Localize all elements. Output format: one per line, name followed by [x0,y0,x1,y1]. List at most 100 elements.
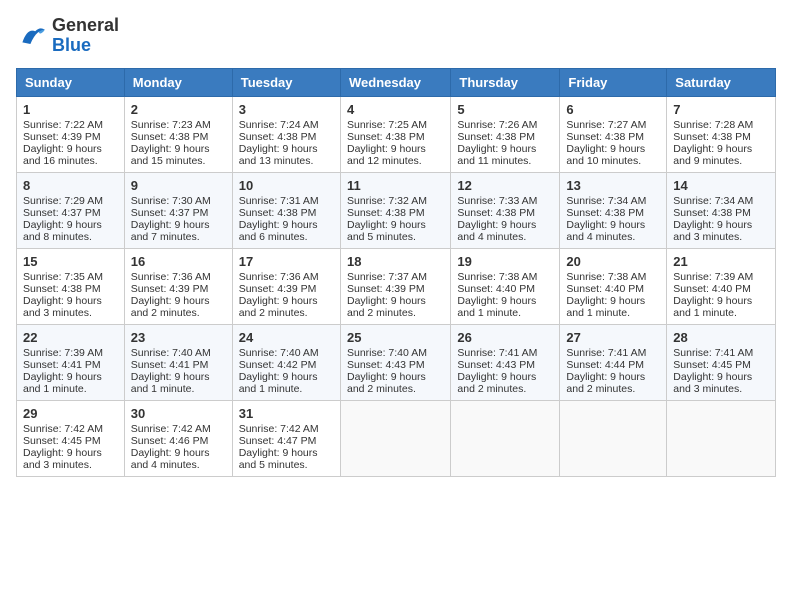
day-number: 27 [566,330,660,345]
daylight-text: Daylight: 9 hours and 3 minutes. [23,447,102,471]
sunrise-text: Sunrise: 7:41 AM [566,347,646,359]
sunrise-text: Sunrise: 7:36 AM [239,271,319,283]
header-thursday: Thursday [451,68,560,96]
daylight-text: Daylight: 9 hours and 2 minutes. [239,295,318,319]
sunrise-text: Sunrise: 7:24 AM [239,119,319,131]
calendar-table: SundayMondayTuesdayWednesdayThursdayFrid… [16,68,776,477]
daylight-text: Daylight: 9 hours and 9 minutes. [673,143,752,167]
sunrise-text: Sunrise: 7:22 AM [23,119,103,131]
sunset-text: Sunset: 4:45 PM [673,359,751,371]
daylight-text: Daylight: 9 hours and 3 minutes. [23,295,102,319]
day-number: 22 [23,330,118,345]
sunset-text: Sunset: 4:41 PM [131,359,209,371]
daylight-text: Daylight: 9 hours and 1 minute. [673,295,752,319]
day-number: 5 [457,102,553,117]
calendar-cell: 24 Sunrise: 7:40 AM Sunset: 4:42 PM Dayl… [232,324,340,400]
day-number: 24 [239,330,334,345]
daylight-text: Daylight: 9 hours and 2 minutes. [566,371,645,395]
day-number: 26 [457,330,553,345]
sunset-text: Sunset: 4:42 PM [239,359,317,371]
sunset-text: Sunset: 4:38 PM [673,131,751,143]
calendar-cell [451,400,560,476]
calendar-cell: 2 Sunrise: 7:23 AM Sunset: 4:38 PM Dayli… [124,96,232,172]
day-number: 18 [347,254,444,269]
header-tuesday: Tuesday [232,68,340,96]
sunset-text: Sunset: 4:38 PM [457,131,535,143]
daylight-text: Daylight: 9 hours and 16 minutes. [23,143,102,167]
sunset-text: Sunset: 4:38 PM [673,207,751,219]
header-friday: Friday [560,68,667,96]
sunrise-text: Sunrise: 7:41 AM [457,347,537,359]
calendar-cell: 29 Sunrise: 7:42 AM Sunset: 4:45 PM Dayl… [17,400,125,476]
daylight-text: Daylight: 9 hours and 1 minute. [566,295,645,319]
sunrise-text: Sunrise: 7:27 AM [566,119,646,131]
logo-bird-icon [16,20,48,52]
header-monday: Monday [124,68,232,96]
week-row-1: 1 Sunrise: 7:22 AM Sunset: 4:39 PM Dayli… [17,96,776,172]
sunrise-text: Sunrise: 7:40 AM [239,347,319,359]
daylight-text: Daylight: 9 hours and 5 minutes. [239,447,318,471]
daylight-text: Daylight: 9 hours and 3 minutes. [673,219,752,243]
daylight-text: Daylight: 9 hours and 1 minute. [239,371,318,395]
sunset-text: Sunset: 4:38 PM [23,283,101,295]
day-number: 9 [131,178,226,193]
calendar-cell: 20 Sunrise: 7:38 AM Sunset: 4:40 PM Dayl… [560,248,667,324]
sunset-text: Sunset: 4:37 PM [23,207,101,219]
week-row-5: 29 Sunrise: 7:42 AM Sunset: 4:45 PM Dayl… [17,400,776,476]
day-number: 31 [239,406,334,421]
calendar-cell: 5 Sunrise: 7:26 AM Sunset: 4:38 PM Dayli… [451,96,560,172]
calendar-cell: 23 Sunrise: 7:40 AM Sunset: 4:41 PM Dayl… [124,324,232,400]
sunrise-text: Sunrise: 7:32 AM [347,195,427,207]
calendar-cell: 12 Sunrise: 7:33 AM Sunset: 4:38 PM Dayl… [451,172,560,248]
sunset-text: Sunset: 4:39 PM [23,131,101,143]
day-number: 30 [131,406,226,421]
calendar-cell: 1 Sunrise: 7:22 AM Sunset: 4:39 PM Dayli… [17,96,125,172]
sunset-text: Sunset: 4:40 PM [457,283,535,295]
sunrise-text: Sunrise: 7:39 AM [23,347,103,359]
sunset-text: Sunset: 4:46 PM [131,435,209,447]
daylight-text: Daylight: 9 hours and 2 minutes. [347,295,426,319]
day-number: 20 [566,254,660,269]
day-number: 3 [239,102,334,117]
daylight-text: Daylight: 9 hours and 4 minutes. [566,219,645,243]
calendar-cell [667,400,776,476]
day-number: 13 [566,178,660,193]
day-number: 29 [23,406,118,421]
sunrise-text: Sunrise: 7:42 AM [131,423,211,435]
calendar-cell: 21 Sunrise: 7:39 AM Sunset: 4:40 PM Dayl… [667,248,776,324]
sunset-text: Sunset: 4:41 PM [23,359,101,371]
sunrise-text: Sunrise: 7:26 AM [457,119,537,131]
calendar-cell: 14 Sunrise: 7:34 AM Sunset: 4:38 PM Dayl… [667,172,776,248]
daylight-text: Daylight: 9 hours and 11 minutes. [457,143,536,167]
sunrise-text: Sunrise: 7:30 AM [131,195,211,207]
sunrise-text: Sunrise: 7:41 AM [673,347,753,359]
week-row-2: 8 Sunrise: 7:29 AM Sunset: 4:37 PM Dayli… [17,172,776,248]
sunrise-text: Sunrise: 7:42 AM [23,423,103,435]
sunset-text: Sunset: 4:43 PM [457,359,535,371]
day-number: 19 [457,254,553,269]
sunrise-text: Sunrise: 7:31 AM [239,195,319,207]
daylight-text: Daylight: 9 hours and 15 minutes. [131,143,210,167]
calendar-cell: 18 Sunrise: 7:37 AM Sunset: 4:39 PM Dayl… [340,248,450,324]
daylight-text: Daylight: 9 hours and 1 minute. [23,371,102,395]
day-number: 14 [673,178,769,193]
calendar-cell: 13 Sunrise: 7:34 AM Sunset: 4:38 PM Dayl… [560,172,667,248]
day-number: 2 [131,102,226,117]
sunrise-text: Sunrise: 7:38 AM [566,271,646,283]
logo: General Blue [16,16,119,56]
daylight-text: Daylight: 9 hours and 12 minutes. [347,143,426,167]
calendar-cell: 6 Sunrise: 7:27 AM Sunset: 4:38 PM Dayli… [560,96,667,172]
sunrise-text: Sunrise: 7:25 AM [347,119,427,131]
calendar-cell: 10 Sunrise: 7:31 AM Sunset: 4:38 PM Dayl… [232,172,340,248]
sunset-text: Sunset: 4:40 PM [673,283,751,295]
calendar-cell: 22 Sunrise: 7:39 AM Sunset: 4:41 PM Dayl… [17,324,125,400]
sunset-text: Sunset: 4:39 PM [131,283,209,295]
daylight-text: Daylight: 9 hours and 4 minutes. [131,447,210,471]
day-number: 25 [347,330,444,345]
calendar-cell: 7 Sunrise: 7:28 AM Sunset: 4:38 PM Dayli… [667,96,776,172]
sunset-text: Sunset: 4:37 PM [131,207,209,219]
daylight-text: Daylight: 9 hours and 13 minutes. [239,143,318,167]
header-saturday: Saturday [667,68,776,96]
sunset-text: Sunset: 4:38 PM [347,131,425,143]
sunrise-text: Sunrise: 7:36 AM [131,271,211,283]
